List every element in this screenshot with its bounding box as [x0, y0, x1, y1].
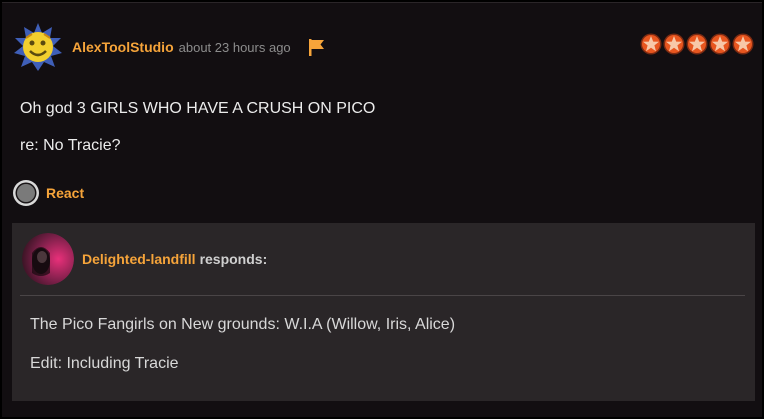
- response-divider: [20, 295, 745, 296]
- rating-stars: [640, 33, 754, 55]
- responder-avatar[interactable]: [22, 233, 74, 285]
- page-frame: AlexToolStudio about 23 hours ago Oh god…: [0, 0, 764, 419]
- response-header: Delighted-landfill responds:: [22, 233, 267, 285]
- user-avatar-icon: [22, 233, 74, 285]
- react-button[interactable]: React: [12, 179, 84, 207]
- star-icon: [663, 33, 685, 55]
- author-avatar[interactable]: [12, 21, 64, 73]
- star-icon: [686, 33, 708, 55]
- comment-header: AlexToolStudio about 23 hours ago: [12, 19, 327, 75]
- comment-reply-reference: re: No Tracie?: [20, 137, 121, 154]
- star-icon: [709, 33, 731, 55]
- comment-text-line: Oh god 3 GIRLS WHO HAVE A CRUSH ON PICO: [20, 100, 376, 117]
- author-name[interactable]: AlexToolStudio: [72, 39, 174, 55]
- comment-card: AlexToolStudio about 23 hours ago Oh god…: [2, 2, 762, 417]
- responds-label: responds:: [199, 251, 268, 267]
- responder-name[interactable]: Delighted-landfill: [82, 251, 196, 267]
- flag-icon[interactable]: [307, 37, 327, 57]
- response-edit-line: Edit: Including Tracie: [30, 355, 179, 372]
- response-text-line: The Pico Fangirls on New grounds: W.I.A …: [30, 316, 456, 333]
- react-circle-icon: [12, 179, 40, 207]
- star-icon: [732, 33, 754, 55]
- star-icon: [640, 33, 662, 55]
- react-label: React: [46, 185, 85, 201]
- response-box: Delighted-landfill responds: The Pico Fa…: [12, 223, 755, 401]
- sun-face-avatar-icon: [14, 23, 62, 71]
- post-timestamp: about 23 hours ago: [178, 39, 291, 55]
